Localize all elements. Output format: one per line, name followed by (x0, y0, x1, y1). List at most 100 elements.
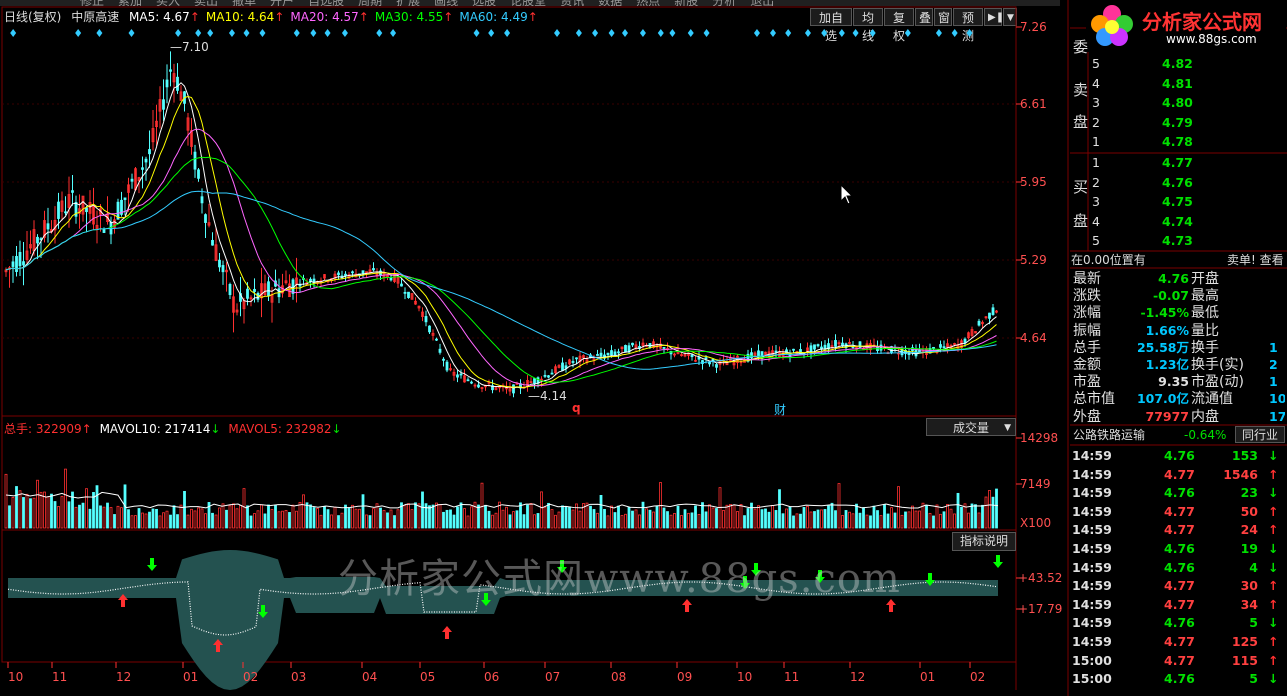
volume-bar (456, 506, 459, 529)
price-tick: 5.29 (1020, 253, 1047, 267)
volume-bar (102, 506, 106, 529)
event-diamond-icon (608, 29, 615, 37)
volume-bar (564, 506, 568, 529)
quote-label: 市盈 (1073, 374, 1101, 391)
order-level[interactable]: 4 4.81 (1092, 75, 1193, 93)
quote-label: 最高 (1191, 288, 1219, 305)
order-level[interactable]: 3 4.75 (1092, 193, 1193, 211)
volume-bar (120, 507, 123, 529)
candle-body (85, 207, 88, 213)
x-tick: 02 (970, 670, 986, 684)
volume-bar (984, 496, 988, 529)
volume-bar (354, 508, 358, 529)
tick-price: 4.77 (1164, 503, 1195, 519)
mavol5: MAVOL5: 232982 (228, 422, 332, 436)
order-level[interactable]: 1 4.78 (1092, 133, 1193, 151)
volume-bar (407, 503, 410, 529)
event-diamond-icon (687, 29, 694, 37)
volume-bar (11, 496, 15, 529)
event-diamond-icon (804, 29, 811, 37)
order-level[interactable]: 2 4.79 (1092, 114, 1193, 132)
tick-time: 15:00 (1072, 671, 1112, 687)
volume-bar (347, 507, 351, 529)
event-cai-marker[interactable]: 财 (774, 401, 786, 418)
tick-time: 14:59 (1072, 634, 1112, 649)
candle-body (816, 344, 820, 347)
candle-body (435, 338, 438, 341)
quote-label: 振幅 (1073, 322, 1101, 339)
candle-body (879, 344, 883, 351)
volume-bar (848, 511, 851, 529)
order-level[interactable]: 4 4.74 (1092, 213, 1193, 231)
volume-bar (904, 511, 907, 529)
order-level[interactable]: 5 4.73 (1092, 232, 1193, 250)
volume-bar (337, 515, 340, 529)
volume-bar (676, 505, 680, 529)
order-level-num: 4 (1092, 213, 1100, 229)
order-level[interactable]: 2 4.76 (1092, 174, 1193, 192)
event-diamond-icon (228, 29, 235, 37)
tick-price: 4.76 (1164, 615, 1195, 631)
candle-body (130, 178, 134, 182)
order-level[interactable]: 1 4.77 (1092, 154, 1193, 172)
green-down-arrow-icon: ↓ (1268, 448, 1279, 463)
candle-body (774, 350, 778, 353)
volume-bar (393, 515, 396, 529)
quote-label: 总市值 (1073, 391, 1115, 408)
event-diamond-icon (75, 29, 82, 37)
tick-time: 14:59 (1072, 522, 1112, 538)
volume-bar (162, 512, 165, 529)
same-industry-button[interactable]: 同行业 (1235, 426, 1285, 443)
quote-value: 4.76 (1158, 271, 1189, 286)
quote-row: 总市值 107.0亿流通值 107 (1073, 390, 1285, 408)
sector-name[interactable]: 公路铁路运输 (1073, 426, 1145, 444)
tick-volume: 24 (1240, 522, 1258, 538)
price-tick: 7.26 (1020, 20, 1047, 34)
volume-bar (771, 504, 774, 529)
volume-bar (893, 512, 897, 529)
order-price: 4.81 (1162, 75, 1193, 91)
volume-bar (57, 506, 60, 529)
candle-body (253, 288, 256, 292)
event-q-marker[interactable]: q (572, 401, 581, 415)
volume-bar (802, 507, 806, 529)
candle-body (22, 261, 25, 266)
candle-body (424, 316, 428, 323)
green-down-arrow-icon (147, 558, 157, 571)
volume-bar (134, 515, 137, 529)
tick-time: 14:59 (1072, 466, 1112, 482)
sell-order-link[interactable]: 卖单! 查看 (1227, 252, 1284, 268)
order-price: 4.79 (1162, 114, 1193, 130)
volume-dropdown[interactable]: 成交量 ▼ (926, 418, 1016, 436)
volume-bar (155, 508, 158, 529)
order-level[interactable]: 3 4.80 (1092, 94, 1193, 112)
candle-body (977, 320, 981, 326)
event-diamond-icon (838, 29, 845, 37)
volume-bar (907, 511, 911, 529)
volume-bar (351, 504, 354, 529)
volume-bar (837, 483, 841, 529)
volume-bar (928, 512, 932, 529)
volume-bar (757, 505, 760, 529)
volume-bar (792, 515, 795, 529)
volume-bar (949, 508, 953, 529)
indicator-help-button[interactable]: 指标说明 (952, 532, 1016, 551)
volume-bar (557, 511, 561, 529)
volume-bar (165, 510, 169, 529)
quote-value: 9.35 (1158, 374, 1189, 390)
candle-body (512, 384, 515, 394)
quote-value: 107 (1269, 391, 1285, 407)
candle-body (46, 223, 50, 230)
volume-bar (18, 490, 22, 529)
volume-bar (99, 505, 102, 529)
candle-body (57, 201, 60, 219)
site-logo: 分析家公式网 www.88gs.com (1086, 0, 1286, 52)
tick-price: 4.76 (1164, 559, 1195, 575)
tick-volume: 115 (1231, 652, 1258, 668)
order-side-label: 盘 (1073, 212, 1089, 230)
volume-bar (480, 482, 484, 529)
indicator-axis-bottom: +17.79 (1018, 602, 1063, 616)
order-level[interactable]: 5 4.82 (1092, 55, 1193, 73)
ma60-line (5, 190, 997, 370)
candle-body (221, 265, 225, 273)
